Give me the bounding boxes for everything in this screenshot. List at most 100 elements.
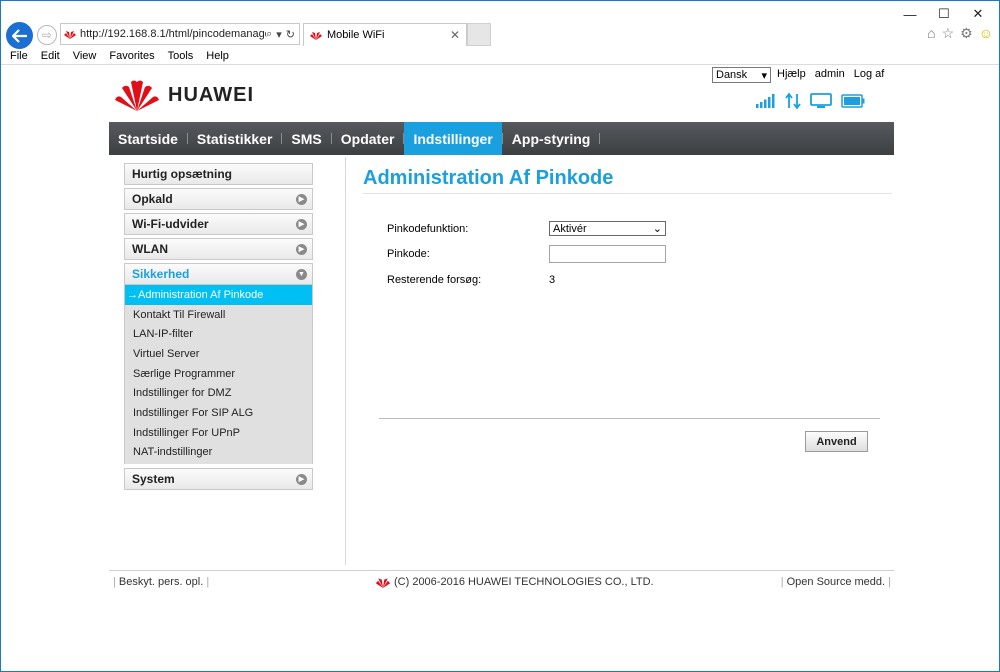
huawei-logo: HUAWEI (114, 78, 254, 112)
nav-app-styring[interactable]: App-styring (503, 122, 600, 155)
forward-arrow-icon: ⇨ (41, 28, 53, 42)
huawei-favicon-icon (310, 32, 322, 40)
remaining-attempts-row: Resterende forsøg: 3 (387, 274, 555, 286)
main-nav: Startside Statistikker SMS Opdater Indst… (109, 122, 894, 155)
menu-favorites[interactable]: Favorites (109, 50, 154, 62)
huawei-small-logo-icon (375, 578, 391, 588)
settings-gear-icon[interactable]: ⚙ (960, 25, 973, 42)
chevron-down-icon: ▾ (761, 69, 767, 82)
search-icon[interactable]: ⌕ (266, 28, 272, 41)
user-link[interactable]: admin (815, 68, 845, 80)
refresh-icon[interactable]: ↻ (286, 28, 295, 41)
submenu-firewall[interactable]: Kontakt Til Firewall (125, 305, 312, 325)
minimize-icon[interactable]: — (893, 5, 927, 23)
submenu-dmz[interactable]: Indstillinger for DMZ (125, 383, 312, 403)
home-icon[interactable]: ⌂ (927, 25, 935, 42)
pin-row: Pinkode: (387, 245, 666, 263)
apply-button[interactable]: Anvend (805, 431, 868, 452)
pin-function-select[interactable]: Aktivér ⌄ (549, 221, 666, 236)
nav-indstillinger[interactable]: Indstillinger (404, 122, 502, 155)
copyright-text: (C) 2006-2016 HUAWEI TECHNOLOGIES CO., L… (394, 576, 654, 588)
pin-function-value: Aktivér (553, 222, 587, 235)
sidebar-item-label: Opkald (132, 192, 173, 206)
pin-label: Pinkode: (387, 248, 430, 260)
collapse-arrow-icon: ▼ (296, 268, 307, 280)
menu-help[interactable]: Help (206, 50, 229, 62)
close-window-icon[interactable]: ✕ (961, 5, 995, 23)
top-links: Hjælp admin Log af (777, 68, 884, 80)
submenu-lan-ip-filter[interactable]: LAN-IP-filter (125, 324, 312, 344)
expand-arrow-icon: ▶ (296, 218, 307, 230)
submenu-sip-alg[interactable]: Indstillinger For SIP ALG (125, 403, 312, 423)
menu-edit[interactable]: Edit (41, 50, 60, 62)
connected-device-icon (810, 93, 832, 108)
sidebar-item-label: WLAN (132, 242, 168, 256)
nav-sms[interactable]: SMS (282, 122, 330, 155)
expand-arrow-icon: ▶ (296, 193, 307, 205)
sidebar-item-quick-setup[interactable]: Hurtig opsætning (124, 163, 313, 185)
forward-button[interactable]: ⇨ (37, 25, 57, 45)
submenu-pin-management[interactable]: →Administration Af Pinkode (125, 285, 312, 305)
browser-tab[interactable]: Mobile WiFi ✕ (303, 23, 467, 46)
sidebar-item-system[interactable]: System ▶ (124, 468, 313, 491)
menu-file[interactable]: File (10, 50, 28, 62)
router-page: HUAWEI Dansk ▾ Hjælp admin Log af Starts… (109, 65, 894, 588)
open-source-link[interactable]: Open Source medd. (787, 576, 885, 588)
tab-close-icon[interactable]: ✕ (450, 28, 466, 42)
sidebar-item-wifi-extender[interactable]: Wi-Fi-udvider ▶ (124, 213, 313, 235)
pin-function-row: Pinkodefunktion: Aktivér ⌄ (387, 221, 666, 236)
submenu-virtual-server[interactable]: Virtuel Server (125, 344, 312, 364)
nav-startside[interactable]: Startside (109, 122, 187, 155)
submenu-special-apps[interactable]: Særlige Programmer (125, 364, 312, 384)
remaining-attempts-value: 3 (549, 274, 556, 286)
remaining-attempts-label: Resterende forsøg: (387, 274, 482, 286)
submenu-upnp[interactable]: Indstillinger For UPnP (125, 423, 312, 443)
sidebar-item-label: Hurtig opsætning (132, 167, 232, 181)
language-value: Dansk (716, 69, 748, 81)
nav-statistikker[interactable]: Statistikker (188, 122, 281, 155)
maximize-icon[interactable]: ☐ (927, 5, 961, 23)
data-transfer-icon (785, 93, 801, 109)
page-header: HUAWEI Dansk ▾ Hjælp admin Log af (109, 65, 894, 122)
back-button[interactable] (6, 22, 33, 49)
pin-input[interactable] (549, 245, 666, 263)
language-select[interactable]: Dansk ▾ (712, 67, 771, 83)
status-icons (756, 93, 865, 109)
menu-view[interactable]: View (73, 50, 97, 62)
new-tab-button[interactable] (467, 23, 491, 46)
sidebar-item-label: System (132, 472, 175, 487)
sidebar-item-call[interactable]: Opkald ▶ (124, 188, 313, 210)
tab-title: Mobile WiFi (327, 29, 385, 41)
back-arrow-icon (11, 28, 27, 43)
dropdown-icon[interactable]: ▾ (276, 28, 282, 41)
window-controls: — ☐ ✕ (893, 5, 995, 23)
address-url[interactable]: http://192.168.8.1/html/pincodemanage (80, 28, 266, 40)
browser-chrome: — ☐ ✕ ⇨ http://192.168.8.1/html/pincodem… (1, 1, 999, 65)
expand-arrow-icon: ▶ (296, 243, 307, 255)
sidebar-item-wlan[interactable]: WLAN ▶ (124, 238, 313, 260)
sidebar-item-security[interactable]: Sikkerhed ▼ (124, 263, 313, 285)
logout-link[interactable]: Log af (854, 68, 885, 80)
chevron-down-icon: ⌄ (652, 223, 662, 235)
pin-function-label: Pinkodefunktion: (387, 222, 469, 235)
sidebar-item-label: Sikkerhed (132, 267, 190, 281)
battery-icon (841, 94, 865, 108)
privacy-link[interactable]: Beskyt. pers. opl. (119, 576, 203, 588)
favorites-star-icon[interactable]: ☆ (942, 25, 955, 42)
huawei-favicon-icon (64, 31, 76, 39)
brand-name: HUAWEI (168, 83, 254, 106)
expand-arrow-icon: ▶ (296, 473, 307, 485)
huawei-flower-icon (115, 80, 159, 111)
page-title: Administration Af Pinkode (363, 167, 892, 194)
browser-toolbar-icons: ⌂ ☆ ⚙ ☺ (927, 25, 993, 42)
submenu-nat[interactable]: NAT-indstillinger (125, 443, 312, 463)
security-submenu: →Administration Af Pinkode Kontakt Til F… (124, 285, 313, 465)
signal-strength-icon (756, 94, 775, 108)
main-content: Administration Af Pinkode Pinkodefunktio… (363, 167, 892, 452)
address-bar[interactable]: http://192.168.8.1/html/pincodemanage ⌕ … (60, 23, 300, 45)
nav-opdater[interactable]: Opdater (332, 122, 404, 155)
help-link[interactable]: Hjælp (777, 68, 806, 80)
feedback-smiley-icon[interactable]: ☺ (979, 25, 993, 42)
menu-bar: File Edit View Favorites Tools Help (1, 47, 999, 64)
menu-tools[interactable]: Tools (168, 50, 194, 62)
